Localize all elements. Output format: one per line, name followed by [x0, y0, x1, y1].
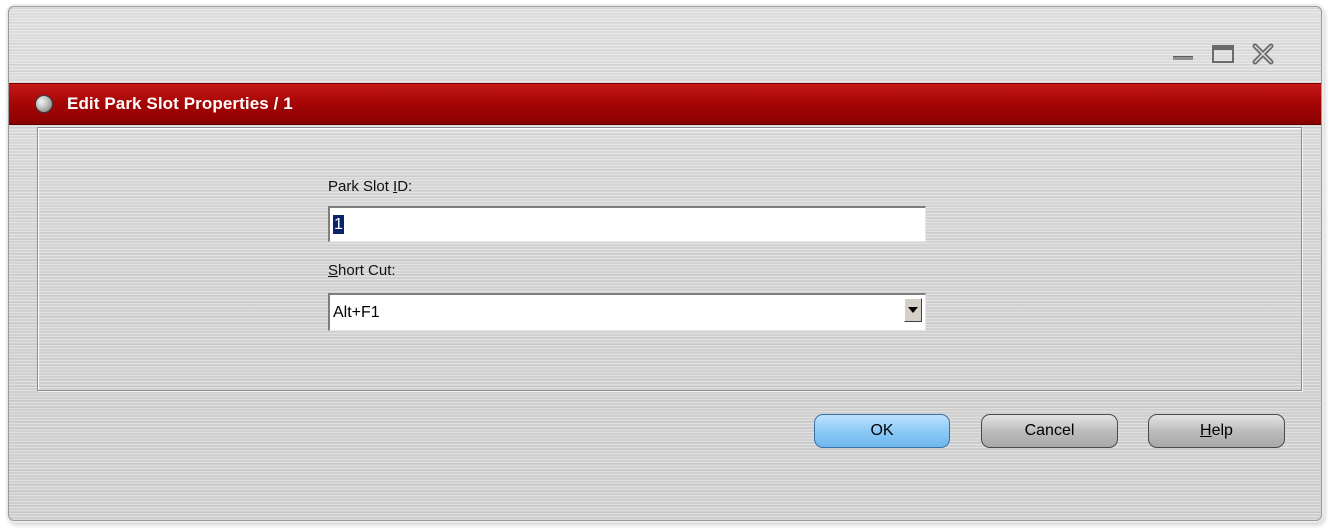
help-button[interactable]: Help: [1148, 414, 1285, 448]
status-dot-icon: [35, 95, 53, 113]
short-cut-label-suffix: hort Cut:: [338, 262, 396, 279]
short-cut-selected-value: Alt+F1: [333, 303, 380, 321]
ok-button[interactable]: OK: [814, 414, 950, 448]
close-button[interactable]: [1250, 42, 1276, 66]
minimize-button[interactable]: [1170, 42, 1196, 66]
short-cut-select[interactable]: Alt+F1: [328, 293, 926, 331]
cancel-button[interactable]: Cancel: [981, 414, 1118, 448]
close-icon: [1252, 43, 1274, 65]
park-slot-id-label-suffix: D:: [397, 178, 413, 195]
help-button-label: elp: [1211, 422, 1233, 439]
properties-panel: Park Slot ID: 1 Short Cut: Alt+F1: [37, 127, 1302, 391]
park-slot-id-label: Park Slot ID:: [328, 178, 412, 195]
short-cut-dropdown-button[interactable]: [904, 298, 922, 322]
dialog-window: Edit Park Slot Properties / 1 Park Slot …: [8, 6, 1322, 521]
park-slot-id-input[interactable]: 1: [328, 206, 926, 242]
short-cut-label-mnemonic: S: [328, 262, 339, 279]
cancel-button-label: Cancel: [1024, 422, 1075, 439]
help-button-mnemonic: H: [1200, 422, 1212, 439]
title-bar: Edit Park Slot Properties / 1: [9, 83, 1321, 125]
minimize-icon: [1173, 56, 1193, 60]
dialog-title: Edit Park Slot Properties / 1: [67, 94, 293, 113]
window-controls: [1170, 42, 1276, 66]
maximize-icon: [1212, 45, 1234, 63]
park-slot-id-value: 1: [333, 215, 344, 234]
ok-button-label: OK: [870, 422, 894, 439]
park-slot-id-label-prefix: Park Slot: [328, 178, 394, 195]
maximize-button[interactable]: [1210, 42, 1236, 66]
chevron-down-icon: [908, 307, 918, 313]
short-cut-label: Short Cut:: [328, 262, 396, 279]
